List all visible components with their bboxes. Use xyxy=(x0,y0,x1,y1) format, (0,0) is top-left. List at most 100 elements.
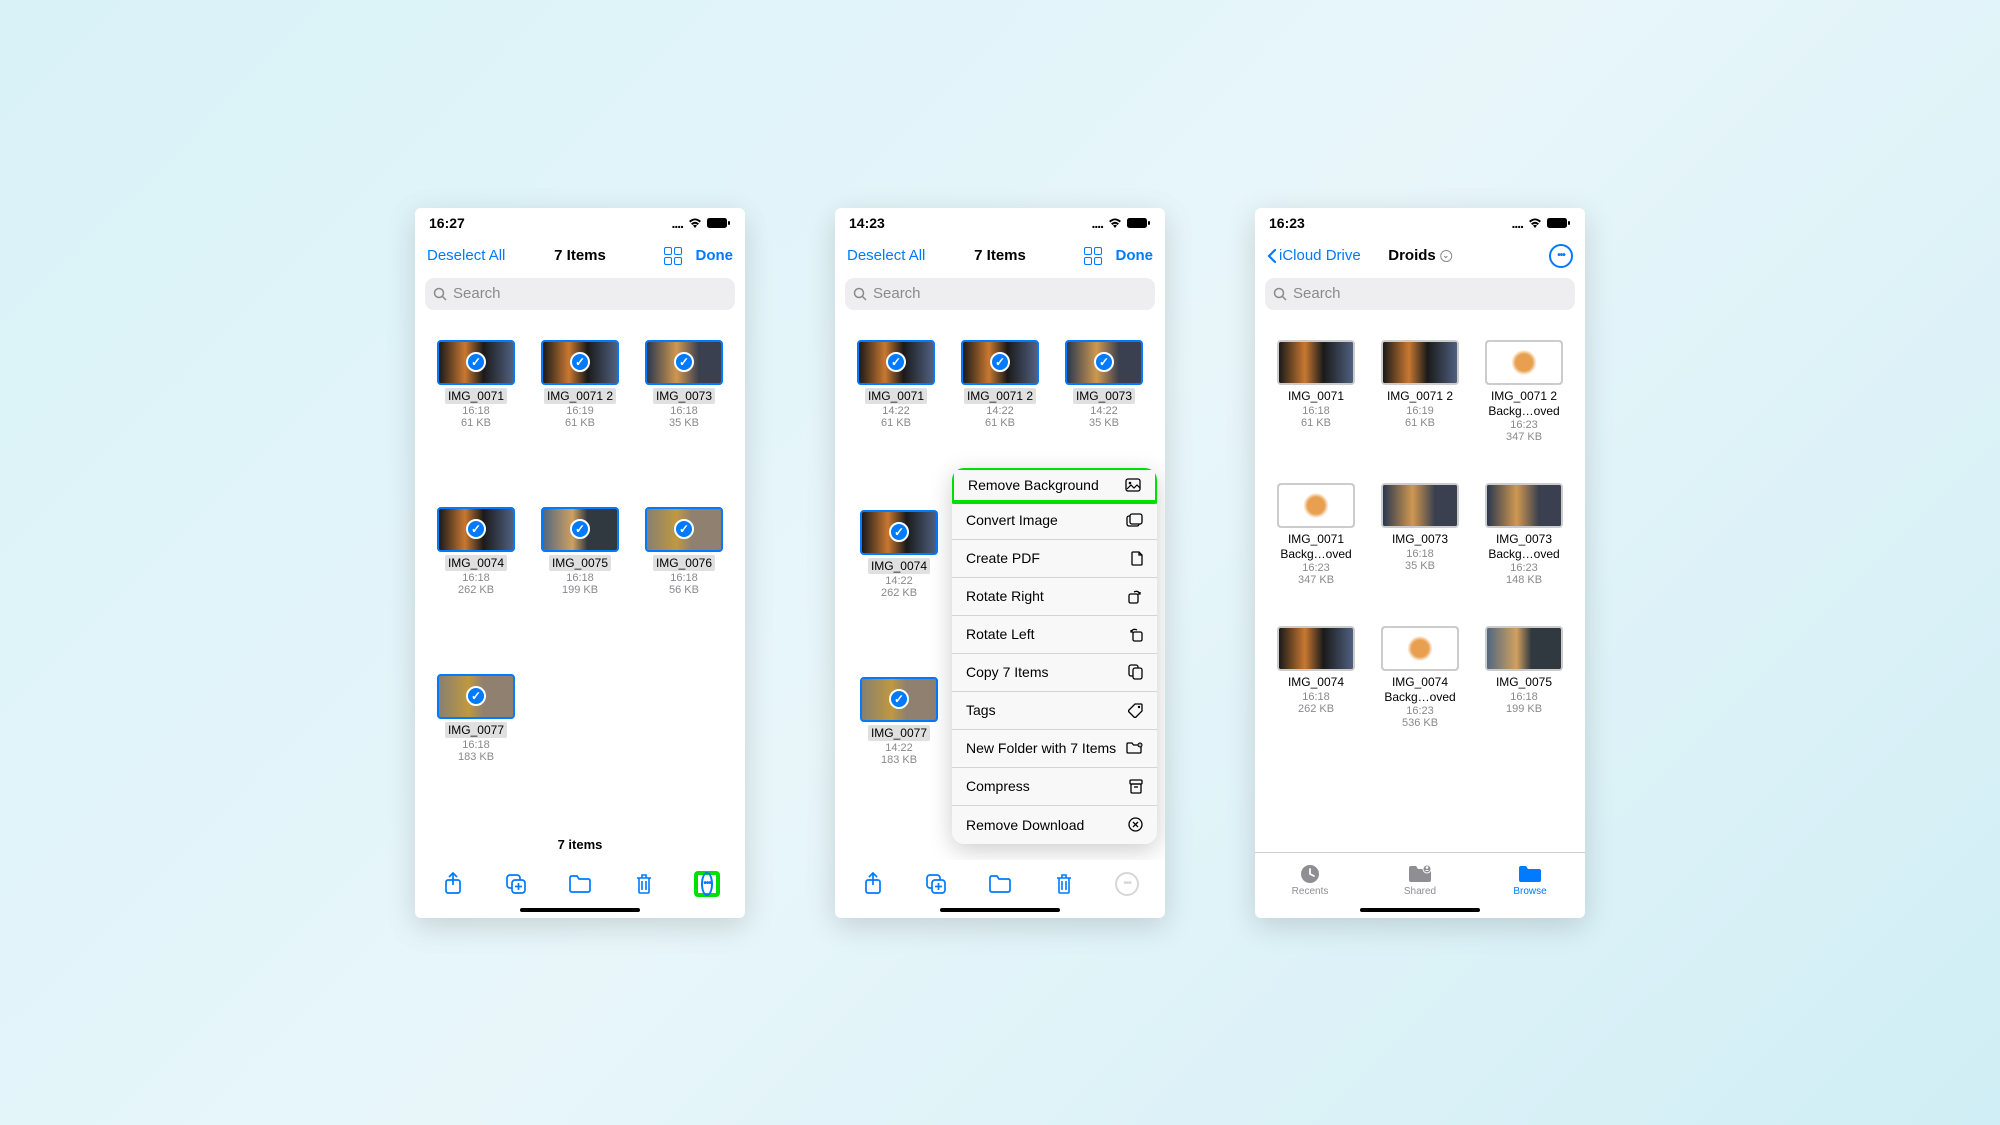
done-button[interactable]: Done xyxy=(1116,247,1154,264)
checkmark-icon: ✓ xyxy=(570,519,590,539)
more-actions-button[interactable]: ••• xyxy=(1114,871,1140,897)
menu-item-rotate-right[interactable]: Rotate Right xyxy=(952,578,1157,616)
file-item[interactable]: IMG_0073 16:18 35 KB xyxy=(1373,483,1467,586)
file-name: IMG_0071 xyxy=(865,388,927,404)
view-grid-icon[interactable] xyxy=(664,247,682,265)
menu-item-label: Rotate Left xyxy=(966,626,1035,642)
done-button[interactable]: Done xyxy=(696,247,734,264)
clock-icon xyxy=(1297,863,1323,885)
file-item[interactable]: ✓ IMG_0071 14:22 61 KB xyxy=(849,340,943,429)
file-name: IMG_0077 xyxy=(868,725,930,741)
file-item[interactable]: ✓ IMG_0073 14:22 35 KB xyxy=(1057,340,1151,429)
menu-item-copy-7-items[interactable]: Copy 7 Items xyxy=(952,654,1157,692)
delete-button[interactable] xyxy=(1051,871,1077,897)
file-size: 199 KB xyxy=(562,584,598,596)
share-button[interactable] xyxy=(440,871,466,897)
menu-item-remove-background[interactable]: Remove Background xyxy=(952,468,1157,504)
file-item[interactable]: ✓ IMG_0077 14:22 183 KB xyxy=(860,677,938,766)
file-item[interactable]: IMG_0075 16:18 199 KB xyxy=(1477,626,1571,729)
file-item[interactable]: IMG_0073 Backg…oved 16:23 148 KB xyxy=(1477,483,1571,586)
menu-item-rotate-left[interactable]: Rotate Left xyxy=(952,616,1157,654)
search-icon xyxy=(853,287,867,301)
duplicate-button[interactable] xyxy=(503,871,529,897)
wifi-icon xyxy=(687,217,703,229)
bottom-toolbar: ••• xyxy=(415,860,745,908)
file-time: 16:18 xyxy=(1302,405,1330,417)
file-time: 14:22 xyxy=(885,575,913,587)
file-name: IMG_0071 xyxy=(445,388,507,404)
file-thumbnail xyxy=(1277,340,1355,385)
file-time: 16:23 xyxy=(1302,562,1330,574)
file-item[interactable]: ✓ IMG_0071 2 16:19 61 KB xyxy=(533,340,627,429)
move-button[interactable] xyxy=(987,871,1013,897)
file-item[interactable]: ✓ IMG_0077 16:18 183 KB xyxy=(429,674,523,763)
file-size: 61 KB xyxy=(565,417,595,429)
file-time: 16:18 xyxy=(462,572,490,584)
status-time: 16:27 xyxy=(429,215,465,231)
file-size: 347 KB xyxy=(1506,431,1542,443)
file-size: 347 KB xyxy=(1298,574,1334,586)
file-name-suffix: Backg…oved xyxy=(1280,547,1351,561)
file-item[interactable]: IMG_0071 16:18 61 KB xyxy=(1269,340,1363,443)
move-button[interactable] xyxy=(567,871,593,897)
checkmark-icon: ✓ xyxy=(889,689,909,709)
share-button[interactable] xyxy=(860,871,886,897)
archive-icon xyxy=(1129,779,1143,794)
file-thumbnail: ✓ xyxy=(860,510,938,555)
duplicate-button[interactable] xyxy=(923,871,949,897)
menu-item-remove-download[interactable]: Remove Download xyxy=(952,806,1157,844)
deselect-all-button[interactable]: Deselect All xyxy=(427,247,505,264)
file-time: 16:23 xyxy=(1510,562,1538,574)
folder-plus-icon xyxy=(1126,741,1143,755)
tab-browse[interactable]: Browse xyxy=(1475,853,1585,908)
file-item[interactable]: ✓ IMG_0075 16:18 199 KB xyxy=(533,507,627,596)
file-item[interactable]: ✓ IMG_0071 2 14:22 61 KB xyxy=(953,340,1047,429)
view-grid-icon[interactable] xyxy=(1084,247,1102,265)
status-time: 14:23 xyxy=(849,215,885,231)
file-time: 14:22 xyxy=(986,405,1014,417)
deselect-all-button[interactable]: Deselect All xyxy=(847,247,925,264)
menu-item-tags[interactable]: Tags xyxy=(952,692,1157,730)
chevron-down-icon[interactable]: ⌄ xyxy=(1440,250,1452,262)
file-time: 14:22 xyxy=(885,742,913,754)
battery-icon xyxy=(1127,217,1151,229)
wifi-icon xyxy=(1107,217,1123,229)
file-item[interactable]: IMG_0074 Backg…oved 16:23 536 KB xyxy=(1373,626,1467,729)
search-input[interactable]: Search xyxy=(845,278,1155,310)
search-input[interactable]: Search xyxy=(1265,278,1575,310)
file-size: 61 KB xyxy=(1405,417,1435,429)
menu-item-compress[interactable]: Compress xyxy=(952,768,1157,806)
file-name: IMG_0074 xyxy=(1389,674,1451,690)
tab-recents[interactable]: Recents xyxy=(1255,853,1365,908)
file-name: IMG_0071 2 xyxy=(1488,388,1560,404)
phone-screen-2: 14:23 .... Deselect All 7 Items Done Sea… xyxy=(835,208,1165,918)
menu-item-create-pdf[interactable]: Create PDF xyxy=(952,540,1157,578)
file-thumbnail xyxy=(1277,483,1355,528)
more-actions-button[interactable]: ••• xyxy=(1549,244,1573,268)
menu-item-convert-image[interactable]: Convert Image xyxy=(952,502,1157,540)
file-item[interactable]: IMG_0074 16:18 262 KB xyxy=(1269,626,1363,729)
back-button[interactable]: iCloud Drive xyxy=(1267,247,1361,264)
search-icon xyxy=(1273,287,1287,301)
file-item[interactable]: ✓ IMG_0073 16:18 35 KB xyxy=(637,340,731,429)
checkmark-icon: ✓ xyxy=(674,519,694,539)
file-name-suffix: Backg…oved xyxy=(1384,690,1455,704)
file-item[interactable]: ✓ IMG_0074 14:22 262 KB xyxy=(860,510,938,599)
file-thumbnail xyxy=(1381,483,1459,528)
file-item[interactable]: ✓ IMG_0076 16:18 56 KB xyxy=(637,507,731,596)
file-item[interactable]: IMG_0071 2 16:19 61 KB xyxy=(1373,340,1467,443)
menu-item-new-folder-with-7-items[interactable]: New Folder with 7 Items xyxy=(952,730,1157,768)
tab-bar: Recents Shared Browse xyxy=(1255,852,1585,908)
delete-button[interactable] xyxy=(631,871,657,897)
file-thumbnail xyxy=(1381,340,1459,385)
file-item[interactable]: ✓ IMG_0074 16:18 262 KB xyxy=(429,507,523,596)
tab-shared[interactable]: Shared xyxy=(1365,853,1475,908)
more-actions-button[interactable]: ••• xyxy=(694,871,720,897)
menu-item-label: New Folder with 7 Items xyxy=(966,740,1116,756)
file-item[interactable]: ✓ IMG_0071 16:18 61 KB xyxy=(429,340,523,429)
file-size: 56 KB xyxy=(669,584,699,596)
file-item[interactable]: IMG_0071 Backg…oved 16:23 347 KB xyxy=(1269,483,1363,586)
search-input[interactable]: Search xyxy=(425,278,735,310)
file-item[interactable]: IMG_0071 2 Backg…oved 16:23 347 KB xyxy=(1477,340,1571,443)
file-name: IMG_0074 xyxy=(445,555,507,571)
